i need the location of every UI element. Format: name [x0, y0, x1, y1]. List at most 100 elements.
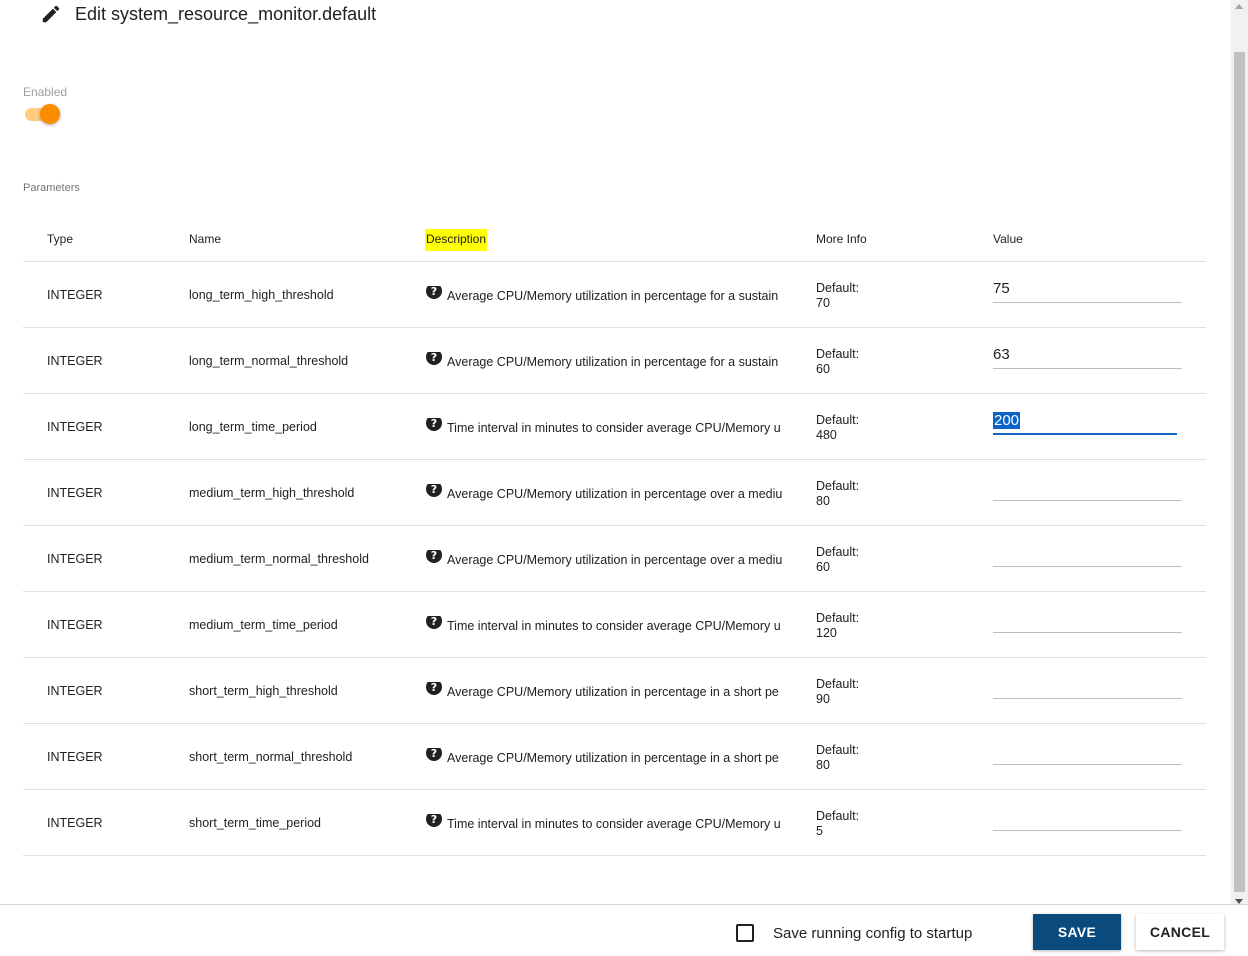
param-name: long_term_time_period	[189, 420, 317, 434]
table-row: INTEGER short_term_time_period? Time inter…	[23, 790, 1206, 856]
column-header-description: Description	[425, 229, 488, 251]
save-button[interactable]: SAVE	[1033, 914, 1121, 950]
param-more-info: Default: 60	[816, 545, 859, 575]
parameters-table: Type Name Description More Info Value IN…	[23, 214, 1206, 856]
param-more-info: Default: 120	[816, 611, 859, 641]
param-name: medium_term_high_threshold	[189, 486, 355, 500]
help-circle-icon[interactable]: ?	[426, 814, 442, 827]
table-row: INTEGER short_term_normal_threshold? Avera…	[23, 724, 1206, 790]
help-circle-icon[interactable]: ?	[426, 550, 442, 563]
value-input[interactable]	[993, 275, 1182, 302]
value-input-wrapper[interactable]	[993, 605, 1182, 633]
help-circle-icon[interactable]: ?	[426, 616, 442, 629]
table-header: Type Name Description More Info Value	[23, 214, 1206, 262]
param-description: ? Average CPU/Memory utilization in perce…	[426, 550, 793, 567]
table-row: INTEGER long_term_normal_threshold? Averag…	[23, 328, 1206, 394]
param-description: ? Average CPU/Memory utilization in perce…	[426, 484, 793, 501]
save-running-config-label: Save running config to startup	[773, 925, 973, 942]
default-label: Default:	[816, 281, 860, 295]
param-description: ? Time interval in minutes to consider av…	[426, 616, 793, 633]
value-input-wrapper[interactable]	[993, 473, 1182, 501]
enabled-label: Enabled	[23, 85, 68, 99]
value-input-wrapper[interactable]	[993, 671, 1182, 699]
value-input[interactable]	[993, 803, 1182, 830]
help-circle-icon[interactable]: ?	[426, 286, 442, 299]
param-type: INTEGER	[47, 816, 103, 830]
default-value: 60	[816, 560, 830, 574]
vertical-scrollbar[interactable]	[1231, 0, 1248, 908]
param-more-info: Default: 80	[816, 479, 859, 509]
dialog-title: Edit system_resource_monitor.default	[75, 3, 377, 24]
cancel-button[interactable]: CANCEL	[1136, 914, 1224, 950]
param-type: INTEGER	[47, 552, 103, 566]
column-header-name: Name	[189, 232, 222, 246]
param-more-info: Default: 480	[816, 413, 859, 443]
default-label: Default:	[816, 545, 860, 559]
value-input-wrapper[interactable]: 200	[993, 407, 1177, 435]
param-type: INTEGER	[47, 750, 103, 764]
param-description: ? Average CPU/Memory utilization in perce…	[426, 352, 793, 369]
value-input[interactable]	[993, 671, 1182, 698]
param-name: long_term_normal_threshold	[189, 354, 349, 368]
value-input-wrapper[interactable]	[993, 539, 1182, 567]
description-text: Time interval in minutes to consider ave…	[447, 619, 781, 633]
value-input[interactable]	[993, 737, 1182, 764]
default-value: 80	[816, 758, 830, 772]
enabled-toggle[interactable]	[25, 104, 60, 124]
default-label: Default:	[816, 347, 860, 361]
help-circle-icon[interactable]: ?	[426, 352, 442, 365]
column-header-value: Value	[993, 232, 1023, 246]
save-running-config-checkbox[interactable]	[736, 924, 754, 942]
default-value: 120	[816, 626, 837, 640]
default-label: Default:	[816, 809, 860, 823]
value-input[interactable]	[993, 473, 1182, 500]
value-input-wrapper[interactable]	[993, 737, 1182, 765]
default-value: 80	[816, 494, 830, 508]
param-description: ? Time interval in minutes to consider av…	[426, 418, 793, 435]
default-value: 60	[816, 362, 830, 376]
value-input-wrapper[interactable]	[993, 275, 1182, 303]
help-circle-icon[interactable]: ?	[426, 484, 442, 497]
param-more-info: Default: 90	[816, 677, 859, 707]
value-input[interactable]	[993, 341, 1182, 368]
value-input-wrapper[interactable]	[993, 341, 1182, 369]
table-row: INTEGER short_term_high_threshold ? Average…	[23, 658, 1206, 724]
description-text: Time interval in minutes to consider ave…	[447, 817, 781, 831]
value-input-wrapper[interactable]	[993, 803, 1182, 831]
param-name: medium_term_normal_threshold	[189, 552, 369, 566]
param-description: ? Time interval in minutes to consider av…	[426, 814, 793, 831]
help-circle-icon[interactable]: ?	[426, 682, 442, 695]
toggle-thumb	[40, 104, 60, 124]
param-type: INTEGER	[47, 486, 103, 500]
table-row: INTEGER long_term_time_period? Time interv…	[23, 394, 1206, 460]
param-description: ? Average CPU/Memory utilization in perce…	[426, 286, 793, 303]
table-row: INTEGER medium_term_normal_threshold ? Aver…	[23, 526, 1206, 592]
value-input[interactable]	[993, 605, 1182, 632]
default-label: Default:	[816, 479, 860, 493]
param-type: INTEGER	[47, 618, 103, 632]
column-header-more-info: More Info	[816, 232, 867, 246]
description-text: Average CPU/Memory utilization in percen…	[447, 355, 779, 369]
param-description: ? Average CPU/Memory utilization in perce…	[426, 748, 793, 765]
scrollbar-thumb[interactable]	[1234, 52, 1245, 892]
help-circle-icon[interactable]: ?	[426, 418, 442, 431]
help-circle-icon[interactable]: ?	[426, 748, 442, 761]
param-name: short_term_high_threshold	[189, 684, 338, 698]
column-header-type: Type	[47, 232, 74, 246]
description-text: Time interval in minutes to consider ave…	[447, 421, 781, 435]
scroll-up-arrow-icon[interactable]	[1235, 4, 1243, 9]
value-input[interactable]	[993, 539, 1182, 566]
default-label: Default:	[816, 611, 860, 625]
param-type: INTEGER	[47, 420, 103, 434]
dialog-header: Edit system_resource_monitor.default	[40, 0, 376, 28]
default-value: 70	[816, 296, 830, 310]
param-name: medium_term_time_period	[189, 618, 338, 632]
default-label: Default:	[816, 743, 860, 757]
default-value: 5	[816, 824, 823, 838]
param-more-info: Default: 5	[816, 809, 859, 839]
selected-value-text[interactable]: 200	[993, 412, 1021, 429]
param-type: INTEGER	[47, 354, 103, 368]
param-more-info: Default: 80	[816, 743, 859, 773]
param-type: INTEGER	[47, 684, 103, 698]
param-description: ? Average CPU/Memory utilization in perce…	[426, 682, 793, 699]
